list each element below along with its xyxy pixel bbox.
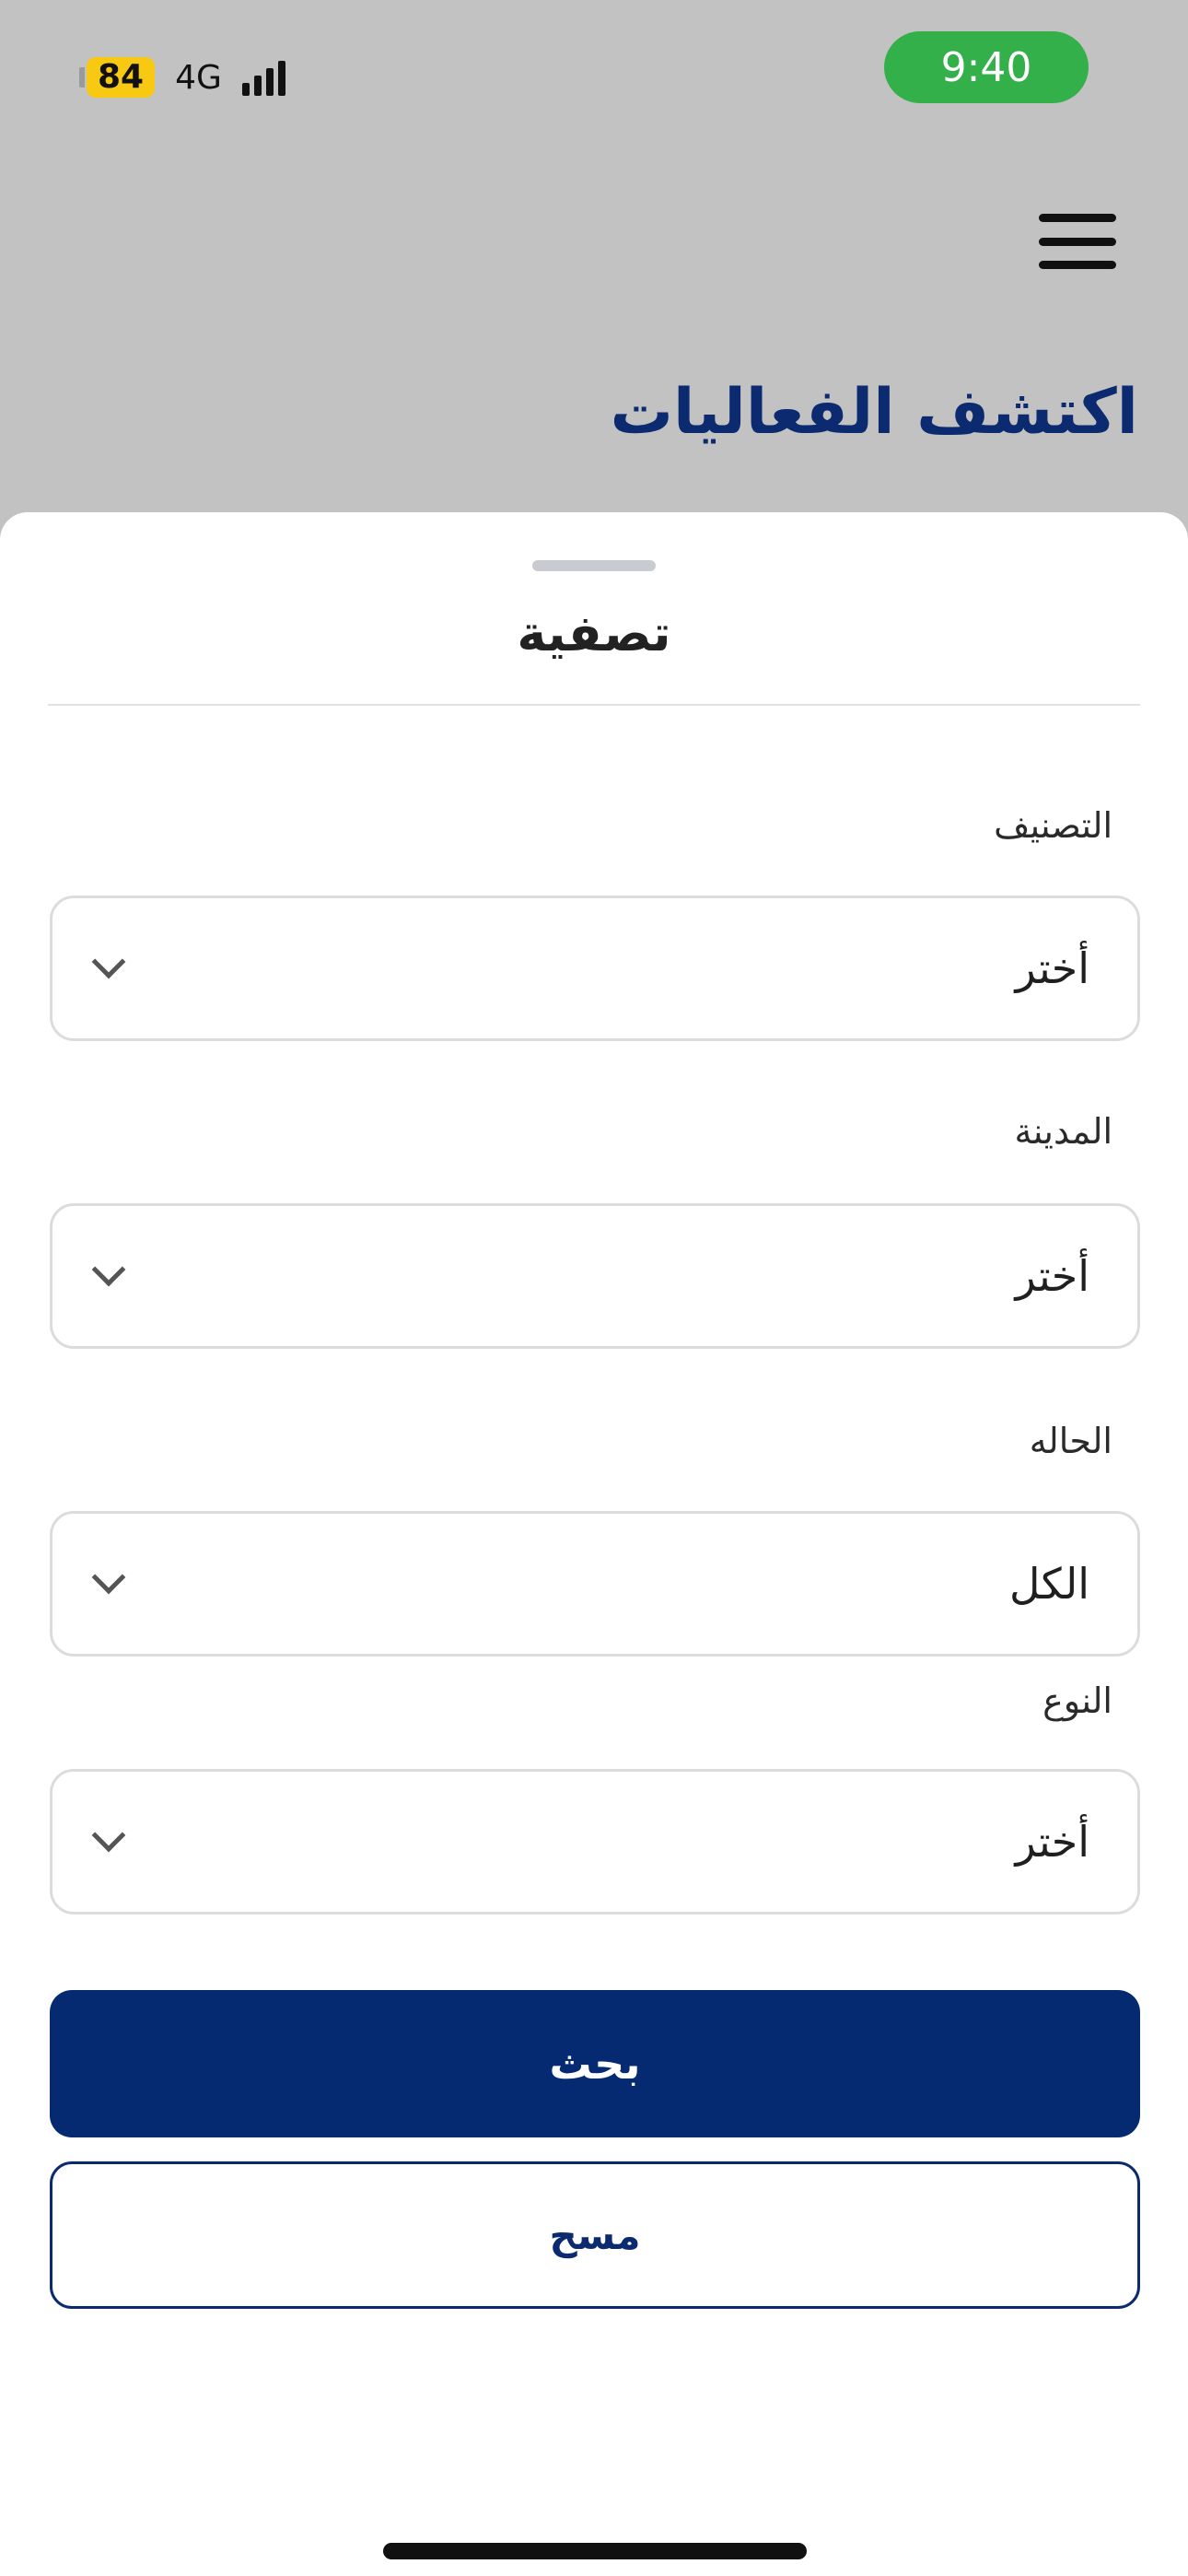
clear-button[interactable]: مسح <box>50 2161 1140 2309</box>
category-select[interactable]: أختر <box>50 896 1140 1041</box>
type-label: النوع <box>1042 1680 1112 1721</box>
city-select[interactable]: أختر <box>50 1203 1140 1349</box>
battery-icon <box>79 67 85 88</box>
battery-level: 84 <box>87 57 156 98</box>
city-label: المدينة <box>1014 1111 1112 1152</box>
status-select-value: الكل <box>1008 1559 1089 1609</box>
signal-icon <box>241 59 285 96</box>
category-label: التصنيف <box>994 805 1112 846</box>
type-select-value: أختر <box>1015 1817 1089 1867</box>
page-title: اكتشف الفعاليات <box>610 376 1138 449</box>
type-select[interactable]: أختر <box>50 1769 1140 1914</box>
hamburger-menu-icon[interactable] <box>1039 214 1116 269</box>
chevron-down-icon <box>91 944 126 979</box>
filter-sheet: تصفية التصنيف أختر المدينة أختر الحاله ا… <box>0 512 1188 2576</box>
status-label: الحاله <box>1029 1421 1112 1461</box>
network-type: 4G <box>175 58 222 97</box>
battery-indicator: 84 <box>79 57 156 98</box>
divider <box>48 704 1140 706</box>
chevron-down-icon <box>91 1560 126 1595</box>
chevron-down-icon <box>91 1818 126 1853</box>
category-select-value: أختر <box>1015 943 1089 993</box>
sheet-title: تصفية <box>517 604 671 662</box>
search-button[interactable]: بحث <box>50 1990 1140 2137</box>
sheet-grabber[interactable] <box>532 560 656 571</box>
status-time: 9:40 <box>884 31 1089 103</box>
city-select-value: أختر <box>1015 1251 1089 1301</box>
home-indicator <box>383 2543 807 2559</box>
status-select[interactable]: الكل <box>50 1511 1140 1657</box>
chevron-down-icon <box>91 1252 126 1287</box>
status-bar-left: 84 4G <box>79 57 285 98</box>
